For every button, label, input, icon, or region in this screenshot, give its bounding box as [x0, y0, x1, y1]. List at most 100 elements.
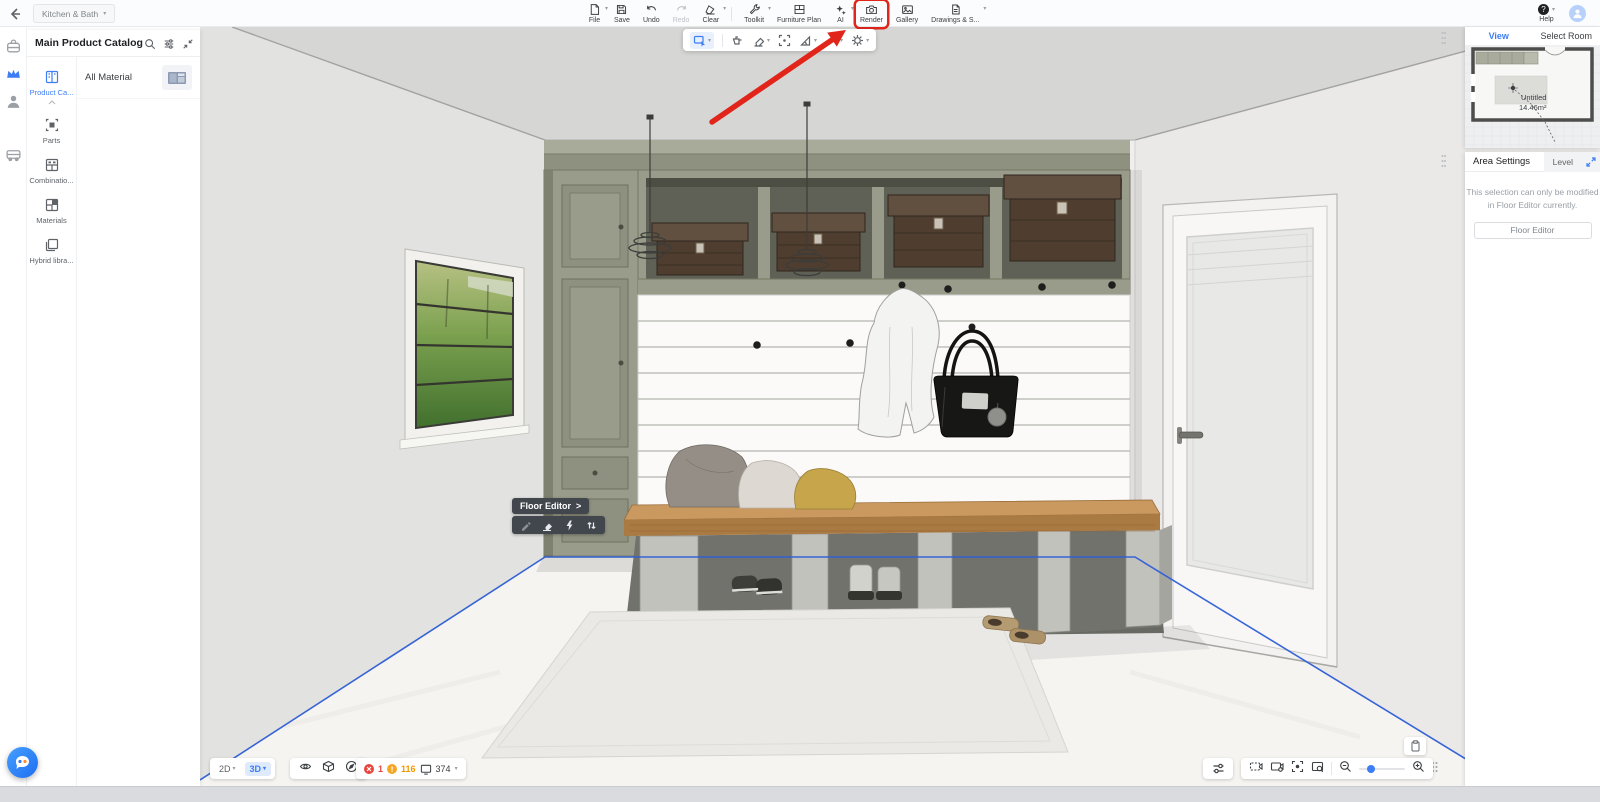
error-icon [364, 764, 374, 774]
zoom-slider-handle[interactable] [1367, 765, 1375, 773]
cube-icon[interactable] [322, 760, 335, 778]
camera-view-icon[interactable] [1249, 760, 1263, 778]
select-tool[interactable]: ▾ [690, 32, 714, 49]
clipboard-button[interactable] [1404, 737, 1426, 755]
visibility-icon[interactable] [299, 760, 312, 778]
back-button[interactable] [6, 5, 24, 23]
measure-tool[interactable]: ▾ [799, 34, 817, 47]
furniture-plan-button[interactable]: Furniture Plan [773, 1, 825, 27]
redo-button[interactable]: Redo [669, 1, 694, 27]
project-tab[interactable]: Kitchen & Bath ▾ [33, 4, 115, 23]
camera-settings-icon[interactable] [1270, 760, 1284, 778]
window[interactable] [400, 249, 529, 449]
screen-icon [420, 763, 432, 775]
viewport-3d[interactable] [200, 27, 1600, 786]
app-sidebar [0, 27, 27, 786]
mode-3d-button[interactable]: 3D ▾ [245, 762, 272, 776]
file-button[interactable]: File ▾ [584, 1, 605, 27]
area-settings-title: Area Settings [1473, 156, 1530, 167]
nav-combinations[interactable]: Combinatio... [27, 157, 76, 185]
furniture-plan-icon [793, 3, 806, 16]
zoom-slider[interactable] [1359, 768, 1405, 770]
crown-icon[interactable] [5, 65, 22, 82]
clipboard-icon [1410, 740, 1421, 752]
truck-icon[interactable] [5, 146, 22, 163]
magic-tool[interactable]: ▾ [825, 34, 843, 47]
combinations-icon [44, 157, 60, 173]
minimap-room-area: 14.46m² [1519, 103, 1547, 112]
center-focus-icon[interactable] [1291, 760, 1304, 778]
ai-sparkle-icon [834, 3, 847, 16]
error-count: 1 [378, 764, 383, 774]
swap-vertical-icon[interactable] [586, 520, 597, 531]
tab-view[interactable]: View [1465, 27, 1533, 45]
panel-drag-handle[interactable] [1441, 154, 1446, 173]
chevron-down-icon: ▾ [1552, 6, 1555, 13]
zoom-out-icon[interactable] [1339, 760, 1352, 778]
focus-tool[interactable] [778, 34, 791, 47]
chat-bubble-icon [14, 754, 31, 771]
hybrid-library-icon [44, 237, 60, 253]
chevron-down-icon: ▾ [263, 765, 266, 772]
chat-support-button[interactable] [7, 747, 38, 778]
user-icon[interactable] [5, 93, 22, 110]
door[interactable] [1163, 194, 1337, 667]
clear-button[interactable]: Clear ▾ [698, 1, 723, 27]
filter-icon[interactable] [163, 37, 175, 55]
eraser-icon [704, 3, 717, 16]
focus-icon [778, 34, 791, 47]
material-folder-icon [162, 65, 192, 90]
help-button[interactable]: ? ▾ Help [1538, 4, 1555, 23]
nav-parts[interactable]: Parts [27, 117, 76, 145]
pen-icon[interactable] [520, 520, 531, 531]
camera-zoom-controls [1241, 758, 1433, 779]
chevron-down-icon: ▾ [814, 37, 817, 44]
top-toolbar: Kitchen & Bath ▾ File ▾ Save Undo Redo [0, 0, 1600, 27]
minimap[interactable]: Untitled 14.46m² [1465, 46, 1600, 148]
floor-editor-button[interactable]: Floor Editor [1474, 222, 1592, 239]
design-app-window: Kitchen & Bath ▾ File ▾ Save Undo Redo [0, 0, 1600, 802]
ai-button[interactable]: AI ▾ [830, 1, 851, 27]
bag-icon[interactable] [5, 38, 22, 55]
paint-tool[interactable] [731, 34, 744, 47]
toolkit-button[interactable]: Toolkit ▾ [740, 1, 768, 27]
gallery-button[interactable]: Gallery [892, 1, 922, 27]
mode-2d-button[interactable]: 2D ▾ [214, 762, 241, 776]
tab-select-room[interactable]: Select Room [1533, 27, 1600, 45]
tab-level[interactable]: Level [1544, 152, 1582, 172]
spray-gun-icon [731, 34, 744, 47]
catalog-panel: Main Product Catalog Product Ca... Parts… [27, 30, 200, 786]
chevron-up-icon[interactable] [48, 100, 56, 105]
settings-tool[interactable]: ▾ [851, 34, 869, 47]
drawings-schedules-button[interactable]: Drawings & S... ▾ [927, 1, 983, 27]
panel-drag-handle[interactable] [1441, 31, 1446, 50]
render-button[interactable]: Render [856, 1, 887, 27]
eraser-icon[interactable] [542, 520, 553, 531]
nav-hybrid-library[interactable]: Hybrid libra... [27, 237, 76, 265]
list-item-all-material[interactable]: All Material [77, 57, 200, 99]
catalog-content: All Material [77, 57, 200, 786]
search-icon[interactable] [144, 37, 156, 55]
preview-window-icon[interactable] [1311, 760, 1324, 778]
chevron-down-icon: ▾ [851, 5, 854, 12]
window-bottom-edge [0, 786, 1600, 802]
nav-product-catalog[interactable]: Product Ca... [27, 69, 76, 105]
scene-status[interactable]: 1 116 374 ▾ [356, 758, 466, 779]
user-avatar[interactable] [1569, 5, 1586, 22]
zoom-in-icon[interactable] [1412, 760, 1425, 778]
save-button[interactable]: Save [610, 1, 634, 27]
expand-icon[interactable] [1582, 152, 1600, 172]
eraser-tool[interactable]: ▾ [752, 34, 770, 47]
chevron-down-icon: ▾ [983, 5, 986, 12]
collapse-icon[interactable] [182, 37, 194, 55]
undo-button[interactable]: Undo [639, 1, 664, 27]
warning-count: 116 [401, 764, 416, 774]
lightning-icon[interactable] [564, 520, 575, 531]
view-toolbar: ▾ ▾ ▾ ▾ ▾ [683, 29, 876, 51]
render-settings-toggle[interactable] [1203, 758, 1233, 779]
protractor-icon [799, 34, 812, 47]
nav-materials[interactable]: Materials [27, 197, 76, 225]
camera-icon [865, 3, 878, 16]
floor-editor-tooltip[interactable]: Floor Editor > [512, 498, 589, 514]
view-panel: View Select Room Untitled 14.46m² [1465, 27, 1600, 148]
